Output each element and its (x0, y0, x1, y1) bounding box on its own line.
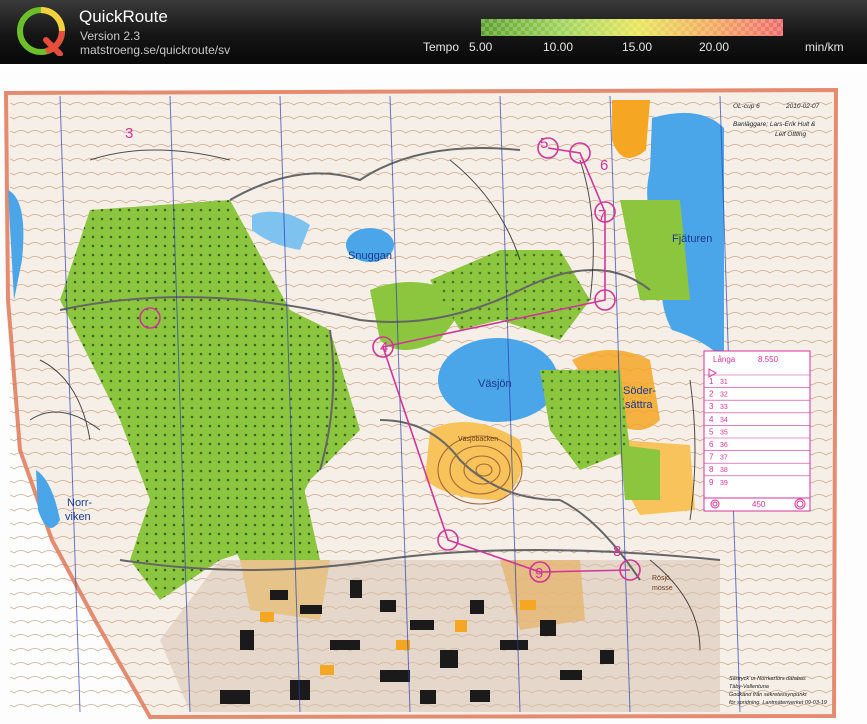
footer-line-2: Täby-Vallentuna (729, 684, 769, 690)
control-row-number: 6 (709, 440, 714, 449)
place-vasjobacken: Väsjöbacken (458, 436, 498, 443)
control-row-number: 8 (709, 465, 714, 474)
control-row-number: 1 (709, 377, 714, 386)
pace-tick-2: 10.00 (543, 40, 574, 54)
place-mosse: mosse (652, 585, 673, 592)
control-number-8: 8 (613, 543, 621, 560)
control-row-code: 36 (720, 442, 728, 449)
control-row-code: 34 (720, 417, 728, 424)
control-row-number: 5 (709, 427, 714, 436)
control-row-code: 32 (720, 392, 728, 399)
footer-line-4: för spridning. Lantmäteriverket 09-03-19 (729, 700, 827, 706)
pace-tick-1: 5.00 (469, 40, 493, 54)
control-row-number: 7 (709, 453, 714, 462)
pace-tick-4: 20.00 (699, 40, 730, 54)
control-number-5: 5 (540, 135, 548, 152)
control-row-code: 35 (720, 429, 728, 436)
map-canvas[interactable]: 3 4 5 6 7 8 9 Snuggan Fjäturen Väsjön Sö… (0, 66, 867, 724)
control-row-code: 39 (720, 480, 728, 487)
control-row-number: 3 (709, 402, 714, 411)
course-setter-1: Banläggare; Lars-Erik Hult & (733, 121, 815, 128)
control-row-number: 2 (709, 390, 714, 399)
event-date: 2010-02-07 (785, 103, 820, 110)
control-number-9: 9 (535, 565, 543, 582)
pace-legend: Tempo 5.00 10.00 15.00 20.00 min/km (0, 0, 867, 64)
place-vasjon: Väsjön (478, 378, 512, 390)
control-number-7: 7 (598, 207, 606, 224)
course-title: Långa (713, 355, 736, 364)
pace-unit: min/km (805, 40, 844, 54)
control-row-number: 9 (709, 478, 714, 487)
control-row-number: 4 (709, 415, 714, 424)
event-name: OL-cup 6 (733, 103, 760, 110)
course-setter-2: Leif Ottling (775, 131, 806, 138)
place-viken: viken (65, 511, 91, 523)
pace-tick-3: 15.00 (622, 40, 653, 54)
control-row-code: 33 (720, 404, 728, 411)
place-sattra: sättra (625, 399, 653, 411)
orienteering-map[interactable]: 3 4 5 6 7 8 9 Snuggan Fjäturen Väsjön Sö… (0, 66, 867, 724)
place-fjaturen: Fjäturen (672, 233, 712, 245)
control-number-3: 3 (125, 125, 133, 142)
place-rosjo: Rösjö (652, 575, 670, 582)
footer-line-3: Godkänd från sekretessynpunkt (729, 691, 807, 698)
pace-label: Tempo (423, 40, 460, 54)
finish-distance: 450 (752, 500, 766, 509)
place-soder: Söder- (623, 385, 656, 397)
place-norr: Norr- (67, 497, 92, 509)
control-description-table: Långa 8.550 1 312 323 334 345 356 367 378 389 39 … (703, 350, 811, 512)
control-number-4: 4 (380, 339, 388, 356)
control-row-code: 38 (720, 467, 728, 474)
place-snuggan: Snuggan (348, 250, 392, 262)
control-number-6: 6 (600, 157, 608, 174)
title-bar: QuickRoute Version 2.3 matstroeng.se/qui… (0, 0, 867, 64)
pace-gradient-bar (481, 19, 783, 36)
control-row-code: 31 (720, 379, 728, 386)
footer-line-1: Särtryck ur Norrkartors databas (729, 676, 806, 682)
control-row-code: 37 (720, 455, 728, 462)
course-distance: 8.550 (758, 355, 779, 364)
